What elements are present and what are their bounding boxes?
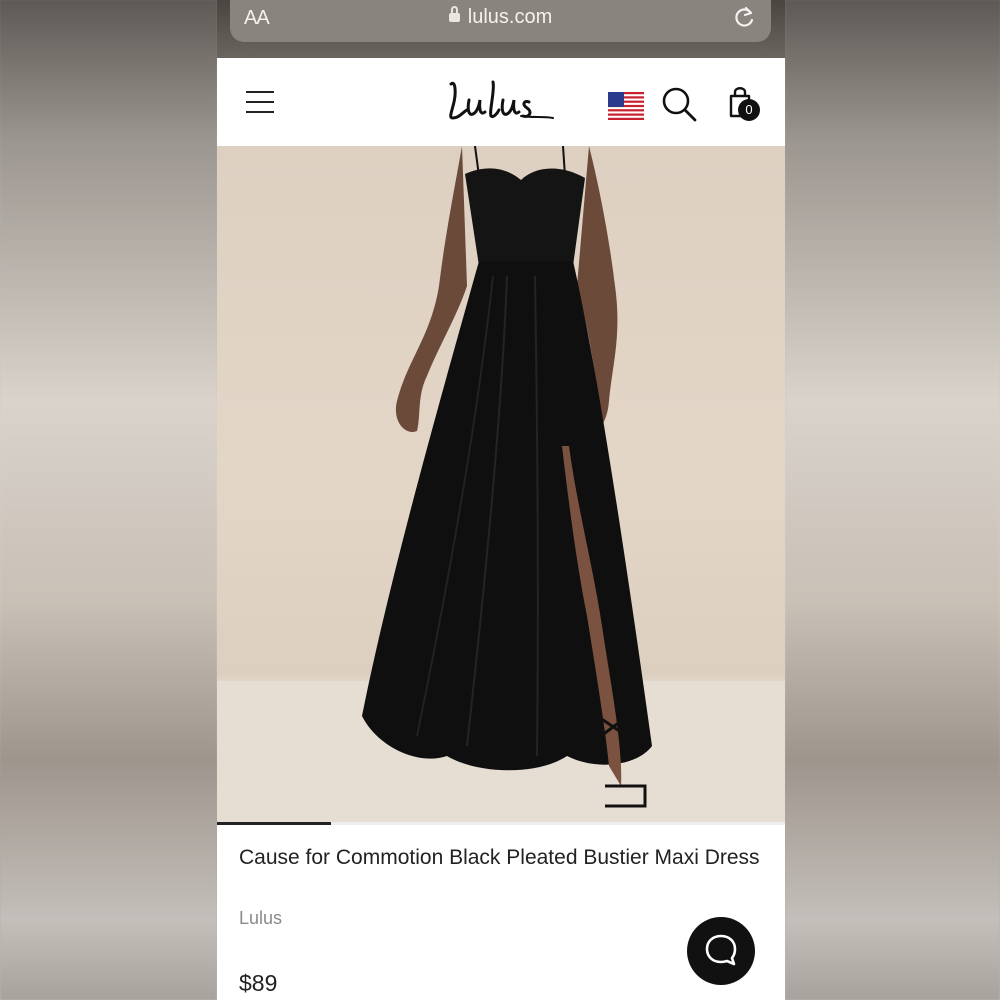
gallery-progress-fill — [217, 822, 331, 825]
product-title: Cause for Commotion Black Pleated Bustie… — [239, 846, 760, 869]
browser-toolbar: AA lulus.com — [217, 0, 785, 58]
url-display[interactable]: lulus.com — [230, 6, 771, 29]
phone-screen: AA lulus.com 0 Cause for Commotion Black… — [217, 0, 785, 1000]
menu-icon[interactable] — [246, 91, 274, 113]
cart-count-badge[interactable]: 0 — [738, 99, 760, 121]
reload-icon[interactable] — [731, 4, 757, 30]
model-in-dress-illustration — [217, 146, 785, 822]
background-left — [0, 0, 217, 1000]
background-right — [785, 0, 1000, 1000]
gallery-progress — [217, 822, 785, 825]
chat-button[interactable] — [687, 917, 755, 985]
product-info: Cause for Commotion Black Pleated Bustie… — [217, 826, 785, 1000]
lulus-logo[interactable] — [443, 72, 557, 128]
lock-icon — [448, 6, 460, 22]
address-bar[interactable]: AA lulus.com — [230, 0, 771, 42]
product-image[interactable] — [217, 146, 785, 822]
url-text: lulus.com — [467, 6, 553, 28]
search-icon[interactable] — [661, 86, 697, 122]
chat-bubble-icon — [705, 934, 737, 966]
product-brand[interactable]: Lulus — [239, 908, 282, 929]
product-price: $89 — [239, 970, 278, 996]
us-flag-icon[interactable] — [608, 92, 644, 120]
site-header: 0 — [217, 58, 785, 238]
